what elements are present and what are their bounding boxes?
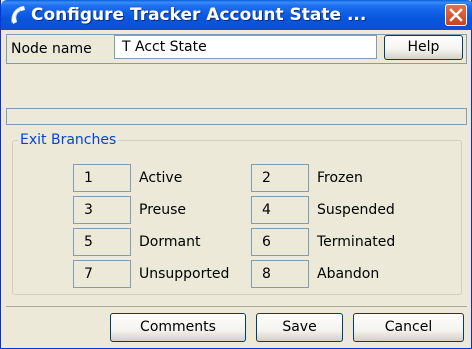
branch-number: 5 <box>73 228 131 256</box>
exit-branches-legend: Exit Branches <box>18 130 119 150</box>
branch-number: 2 <box>251 164 309 192</box>
branch-label: Abandon <box>317 266 380 282</box>
branch-label: Active <box>139 170 183 186</box>
branch-number: 6 <box>251 228 309 256</box>
footer-separator <box>6 306 467 307</box>
branch-label: Unsupported <box>139 266 230 282</box>
window-title: Configure Tracker Account State ... <box>31 5 367 25</box>
branch-number: 7 <box>73 260 131 288</box>
help-button[interactable]: Help <box>384 35 463 60</box>
branch-label: Terminated <box>317 234 396 250</box>
branch-label: Suspended <box>317 202 395 218</box>
title-bar[interactable]: Configure Tracker Account State ... <box>1 0 472 30</box>
dialog-window: Configure Tracker Account State ... Node… <box>0 0 472 349</box>
comments-button[interactable]: Comments <box>110 313 246 342</box>
node-name-label: Node name <box>11 41 92 57</box>
toolbar-strip <box>6 108 467 125</box>
branch-number: 4 <box>251 196 309 224</box>
phone-handset-icon <box>8 5 28 25</box>
close-button[interactable] <box>445 4 467 26</box>
branch-label: Frozen <box>317 170 363 186</box>
branch-label: Dormant <box>139 234 201 250</box>
branch-number: 8 <box>251 260 309 288</box>
save-button[interactable]: Save <box>256 313 343 342</box>
cancel-button[interactable]: Cancel <box>353 313 464 342</box>
branch-number: 1 <box>73 164 131 192</box>
branch-label: Preuse <box>139 202 187 218</box>
close-icon <box>449 8 463 22</box>
branch-number: 3 <box>73 196 131 224</box>
node-name-input[interactable]: T Acct State <box>114 35 377 59</box>
